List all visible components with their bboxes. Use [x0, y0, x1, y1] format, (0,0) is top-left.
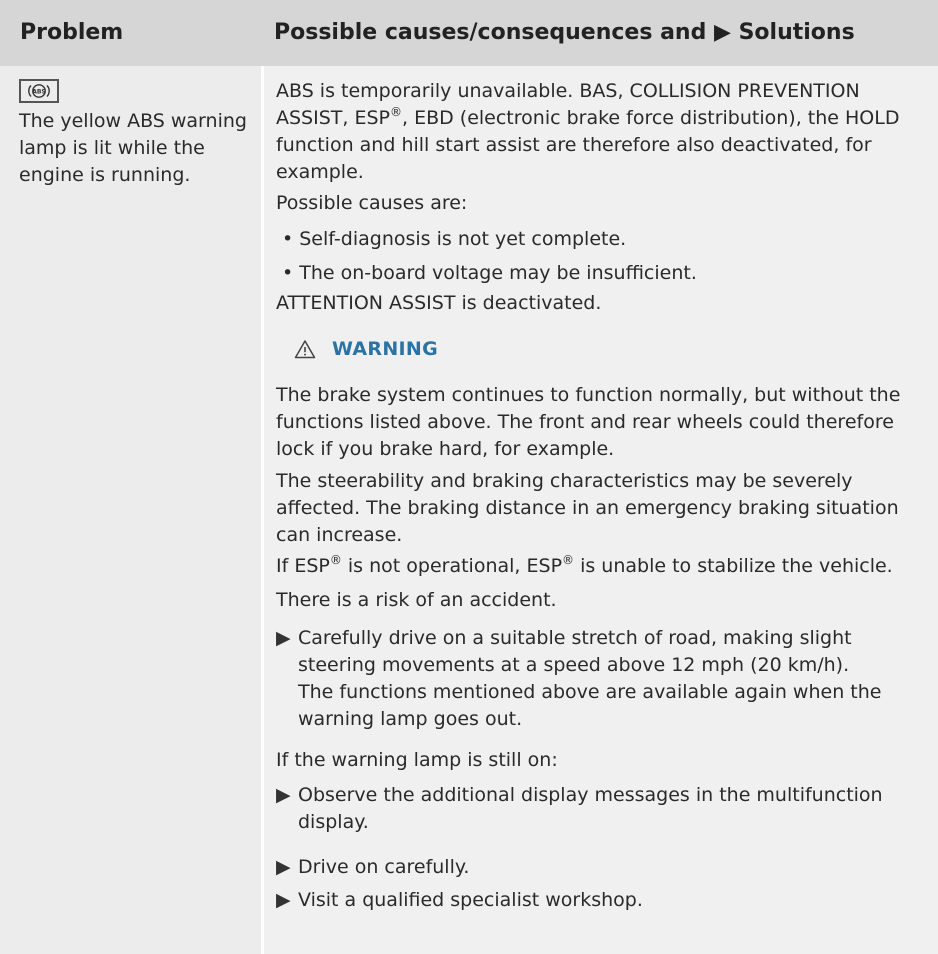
column-divider [261, 66, 264, 954]
svg-text:ABS: ABS [32, 88, 46, 95]
action-arrow-icon: ▶ [276, 784, 291, 806]
table-header: Problem Possible causes/consequences and… [0, 0, 938, 66]
problem-description: The yellow ABS warning lamp is lit while… [19, 110, 247, 186]
action-item-observe: ▶ Observe the additional display messages… [276, 784, 883, 833]
problem-column [0, 66, 261, 954]
action-item-workshop: ▶ Visit a qualified specialist workshop. [276, 887, 926, 914]
action-arrow-icon: ▶ [276, 889, 291, 911]
abs-warning-lamp-icon: ABS [19, 79, 59, 103]
warning-paragraph-1: The brake system continues to function n… [276, 384, 901, 460]
warning-header: WARNING [294, 338, 438, 360]
accident-risk: There is a risk of an accident. [276, 589, 557, 611]
action-arrow-icon: ▶ [276, 627, 291, 649]
cause-item: • Self-diagnosis is not yet complete. [282, 228, 627, 250]
still-on-label: If the warning lamp is still on: [276, 749, 558, 771]
attention-assist-note: ATTENTION ASSIST is deactivated. [276, 292, 602, 314]
action-item-drive: ▶ Carefully drive on a suitable stretch o… [276, 627, 882, 730]
header-problem: Problem [20, 20, 124, 45]
esp-note: If ESP® is not operational, ESP® is unab… [276, 552, 893, 577]
warning-triangle-icon [294, 340, 316, 359]
warning-paragraph-2: The steerability and braking characteris… [276, 470, 899, 546]
action-item-drive-carefully: ▶ Drive on carefully. [276, 854, 926, 881]
intro-paragraph: ABS is temporarily unavailable. BAS, COL… [276, 80, 900, 183]
causes-label: Possible causes are: [276, 192, 468, 214]
header-causes-solutions: Possible causes/consequences and ▶ Solut… [274, 20, 855, 45]
cause-item: • The on-board voltage may be insufficie… [282, 262, 697, 284]
warning-label: WARNING [332, 338, 439, 360]
troubleshooting-table: Problem Possible causes/consequences and… [0, 0, 938, 954]
action-arrow-icon: ▶ [276, 856, 291, 878]
